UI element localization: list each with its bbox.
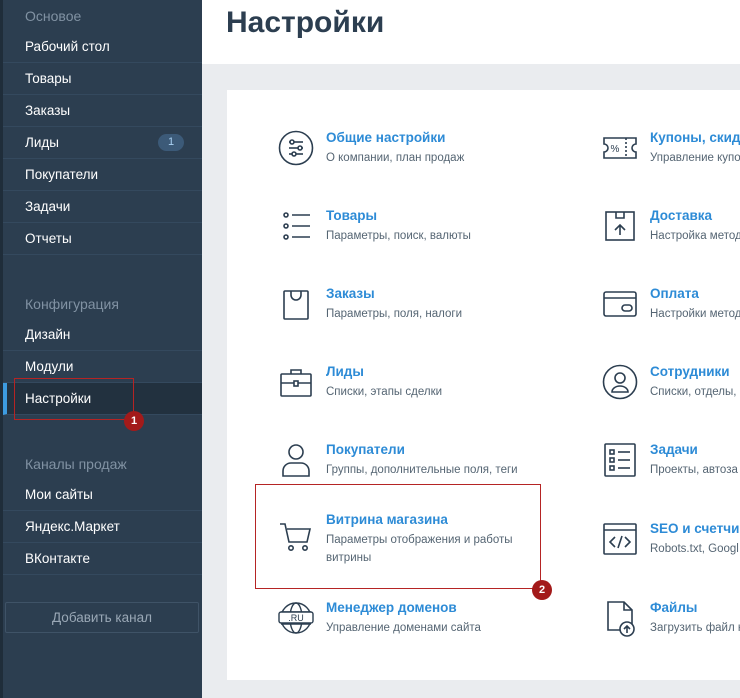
sidebar-item-tasks[interactable]: Задачи [3, 191, 202, 223]
sidebar-item-label: Товары [25, 71, 72, 86]
add-channel-button[interactable]: Добавить канал [5, 602, 199, 633]
sidebar-item-design[interactable]: Дизайн [3, 319, 202, 351]
settings-item-title[interactable]: Оплата [650, 286, 699, 301]
coupon-icon: % [603, 137, 637, 159]
box-icon [605, 211, 635, 241]
settings-item-title[interactable]: Файлы [650, 600, 697, 615]
settings-item-title[interactable]: Задачи [650, 442, 698, 457]
settings-item-desc: Управление доменами сайта [326, 622, 481, 634]
settings-item-desc: Настройка метод [650, 230, 740, 242]
sidebar-item-label: Отчеты [25, 231, 72, 246]
settings-item-title[interactable]: Покупатели [326, 442, 405, 457]
settings-item-title[interactable]: Лиды [326, 364, 364, 379]
page-title: Настройки [226, 6, 385, 39]
annotation-number-2: 2 [532, 580, 552, 600]
sidebar-item-label: Заказы [25, 103, 71, 118]
svg-text:%: % [611, 144, 620, 155]
sidebar-section-title: Каналы продаж [25, 456, 127, 472]
annotation-box-settings [14, 378, 134, 420]
settings-item-title[interactable]: Заказы [326, 286, 375, 301]
briefcase-icon [280, 369, 312, 397]
settings-item-desc: Параметры, поиск, валюты [326, 230, 471, 242]
list-icon [283, 212, 310, 240]
page-header: Настройки [202, 0, 740, 64]
annotation-number-1: 1 [124, 411, 144, 431]
settings-item-title[interactable]: SEO и счетчи [650, 521, 739, 536]
sidebar-item-label: Лиды [25, 135, 59, 150]
leads-count-badge: 1 [158, 134, 184, 151]
sidebar-item-leads[interactable]: Лиды 1 [3, 127, 202, 159]
sidebar-item-products[interactable]: Товары [3, 63, 202, 95]
person-circle-icon [602, 364, 638, 400]
main-content: Настройки Общие настройки О компании, пл… [202, 0, 740, 698]
bag-icon [283, 290, 309, 320]
settings-item-desc: Проекты, автоза [650, 464, 738, 476]
settings-item-title[interactable]: Товары [326, 208, 377, 223]
settings-item-desc: Настройки метод [650, 308, 740, 320]
sidebar-item-orders[interactable]: Заказы [3, 95, 202, 127]
sidebar-section-title: Основое [25, 8, 82, 24]
sidebar-item-label: ВКонтакте [25, 551, 90, 566]
sidebar-item-customers[interactable]: Покупатели [3, 159, 202, 191]
settings-card: Общие настройки О компании, план продаж … [227, 90, 740, 680]
settings-item-title[interactable]: Доставка [650, 208, 712, 223]
annotation-box-storefront [255, 484, 541, 589]
settings-item-desc: Robots.txt, Googl [650, 543, 739, 555]
sidebar-item-label: Модули [25, 359, 74, 374]
settings-item-title[interactable]: Общие настройки [326, 130, 445, 145]
file-upload-icon [607, 601, 635, 637]
settings-item-desc: Списки, отделы, [650, 386, 737, 398]
user-icon [282, 444, 310, 477]
settings-item-title[interactable]: Сотрудники [650, 364, 730, 379]
settings-item-desc: Списки, этапы сделки [326, 386, 443, 398]
settings-item-desc: Управление купо [650, 152, 740, 164]
settings-item-desc: Параметры, поля, налоги [326, 308, 462, 320]
settings-item-desc: Загрузить файл н [650, 622, 740, 634]
sidebar-item-dashboard[interactable]: Рабочий стол [3, 31, 202, 63]
sidebar-item-label: Рабочий стол [25, 39, 110, 54]
sidebar-item-yandex-market[interactable]: Яндекс.Маркет [3, 511, 202, 543]
globe-ru-text: .RU [288, 613, 304, 623]
sidebar-item-label: Покупатели [25, 167, 99, 182]
settings-item-desc: О компании, план продаж [326, 152, 465, 164]
sidebar-item-vkontakte[interactable]: ВКонтакте [3, 543, 202, 575]
sidebar-item-label: Яндекс.Маркет [25, 519, 120, 534]
settings-item-title[interactable]: Менеджер доменов [326, 600, 457, 615]
sidebar-item-reports[interactable]: Отчеты [3, 223, 202, 255]
sidebar-item-label: Дизайн [25, 327, 71, 342]
sidebar-item-my-sites[interactable]: Мои сайты [3, 479, 202, 511]
sidebar-item-label: Мои сайты [25, 487, 93, 502]
sliders-icon [278, 130, 314, 166]
settings-item-desc: Группы, дополнительные поля, теги [326, 464, 518, 476]
globe-ru-icon: .RU [278, 602, 314, 634]
sidebar-item-label: Задачи [25, 199, 71, 214]
settings-item-title[interactable]: Купоны, скид [650, 130, 740, 145]
sidebar-section-title: Конфигурация [25, 296, 119, 312]
card-icon [603, 291, 637, 317]
checklist-icon [604, 443, 636, 477]
sidebar: Основое Рабочий стол Товары Заказы Лиды 1… [0, 0, 202, 698]
code-icon [603, 523, 637, 555]
